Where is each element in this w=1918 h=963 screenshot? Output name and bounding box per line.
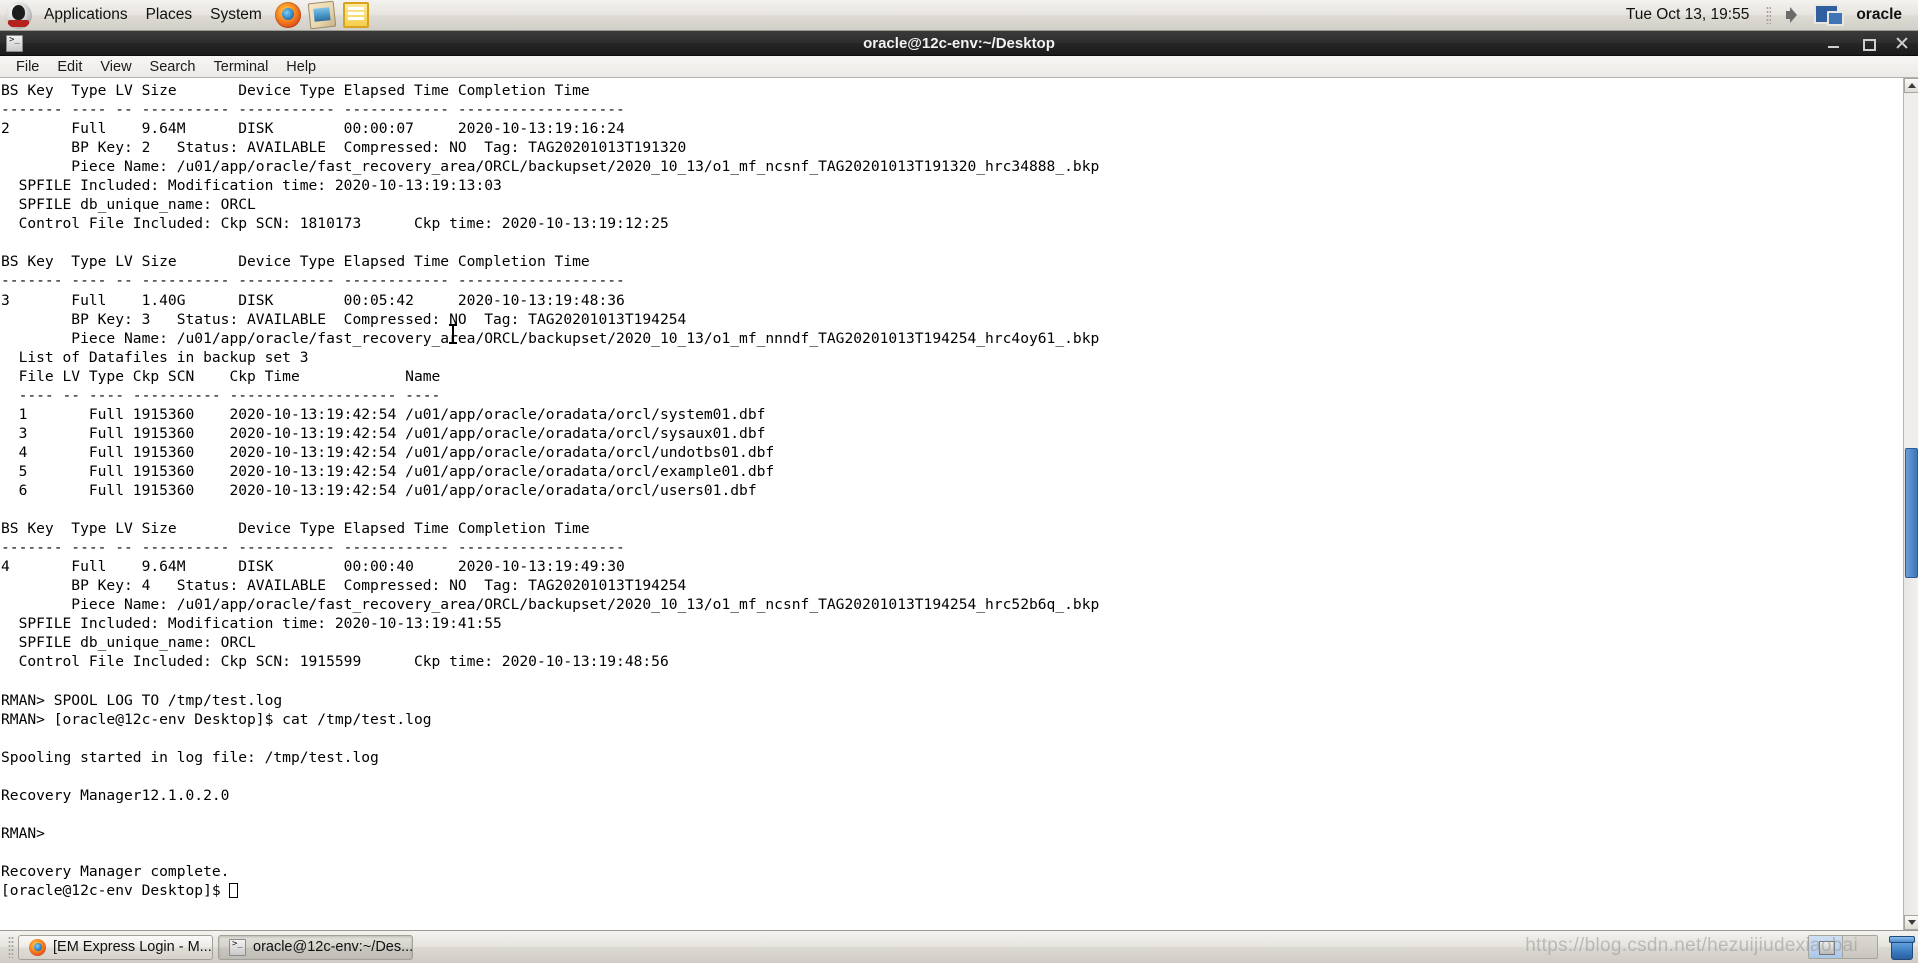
terminal-icon [229,938,246,956]
panel-grip [1766,6,1772,24]
shell-prompt: [oracle@12c-env Desktop]$ [1,881,230,899]
scroll-up-arrow[interactable] [1904,78,1918,93]
oracle-tux-logo-icon[interactable] [5,1,32,29]
close-button[interactable] [1894,35,1910,51]
mail-photo-icon[interactable] [307,0,337,30]
menu-help[interactable]: Help [277,57,325,77]
menu-terminal[interactable]: Terminal [205,57,278,77]
taskbar-grip [8,936,14,958]
task-button-label: oracle@12c-env:~/Des... [253,939,414,955]
menu-search[interactable]: Search [141,57,205,77]
terminal-scrollback: BS Key Type LV Size Device Type Elapsed … [1,82,1100,880]
scroll-thumb[interactable] [1905,448,1918,578]
text-editor-icon[interactable] [342,2,369,28]
task-button-terminal[interactable]: oracle@12c-env:~/Des... [218,934,414,960]
task-button-firefox[interactable]: [EM Express Login - M... [18,934,213,960]
terminal-output-area[interactable]: BS Key Type LV Size Device Type Elapsed … [0,78,1918,930]
scrollbar-track[interactable] [1904,94,1918,448]
window-title: oracle@12c-env:~/Desktop [863,34,1055,52]
menu-view[interactable]: View [91,57,140,77]
terminal-window: oracle@12c-env:~/Desktop File Edit View … [0,31,1918,930]
menu-file[interactable]: File [7,57,48,77]
menu-edit[interactable]: Edit [48,57,91,77]
maximize-button[interactable] [1860,35,1876,51]
firefox-icon[interactable] [274,2,301,28]
window-title-bar[interactable]: oracle@12c-env:~/Desktop [0,31,1918,56]
firefox-icon [29,938,46,956]
top-panel: Applications Places System Tue Oct 13, 1… [0,0,1918,31]
user-menu-label[interactable]: oracle [1852,6,1912,24]
terminal-scrollbar[interactable] [1903,78,1918,930]
speaker-icon[interactable] [1782,3,1806,27]
menu-system[interactable]: System [201,0,271,30]
top-panel-right: Tue Oct 13, 19:55 oracle [1616,0,1918,30]
minimize-button[interactable] [1826,35,1842,51]
terminal-menu-bar: File Edit View Search Terminal Help [0,56,1918,78]
text-cursor [229,882,239,898]
workspace-2[interactable] [1843,936,1877,958]
terminal-text: BS Key Type LV Size Device Type Elapsed … [1,81,1099,900]
bottom-panel: [EM Express Login - M... oracle@12c-env:… [0,930,1918,963]
display-icon[interactable] [1814,4,1845,26]
window-buttons [1826,35,1910,51]
clock[interactable]: Tue Oct 13, 19:55 [1616,6,1760,24]
workspace-switcher[interactable] [1808,935,1878,959]
menu-places[interactable]: Places [137,0,202,30]
top-panel-left: Applications Places System [0,0,373,30]
trash-icon[interactable] [1888,934,1915,960]
menu-applications[interactable]: Applications [35,0,137,30]
workspace-1[interactable] [1809,936,1843,958]
scroll-down-arrow[interactable] [1904,915,1918,930]
task-button-label: [EM Express Login - M... [53,939,212,955]
